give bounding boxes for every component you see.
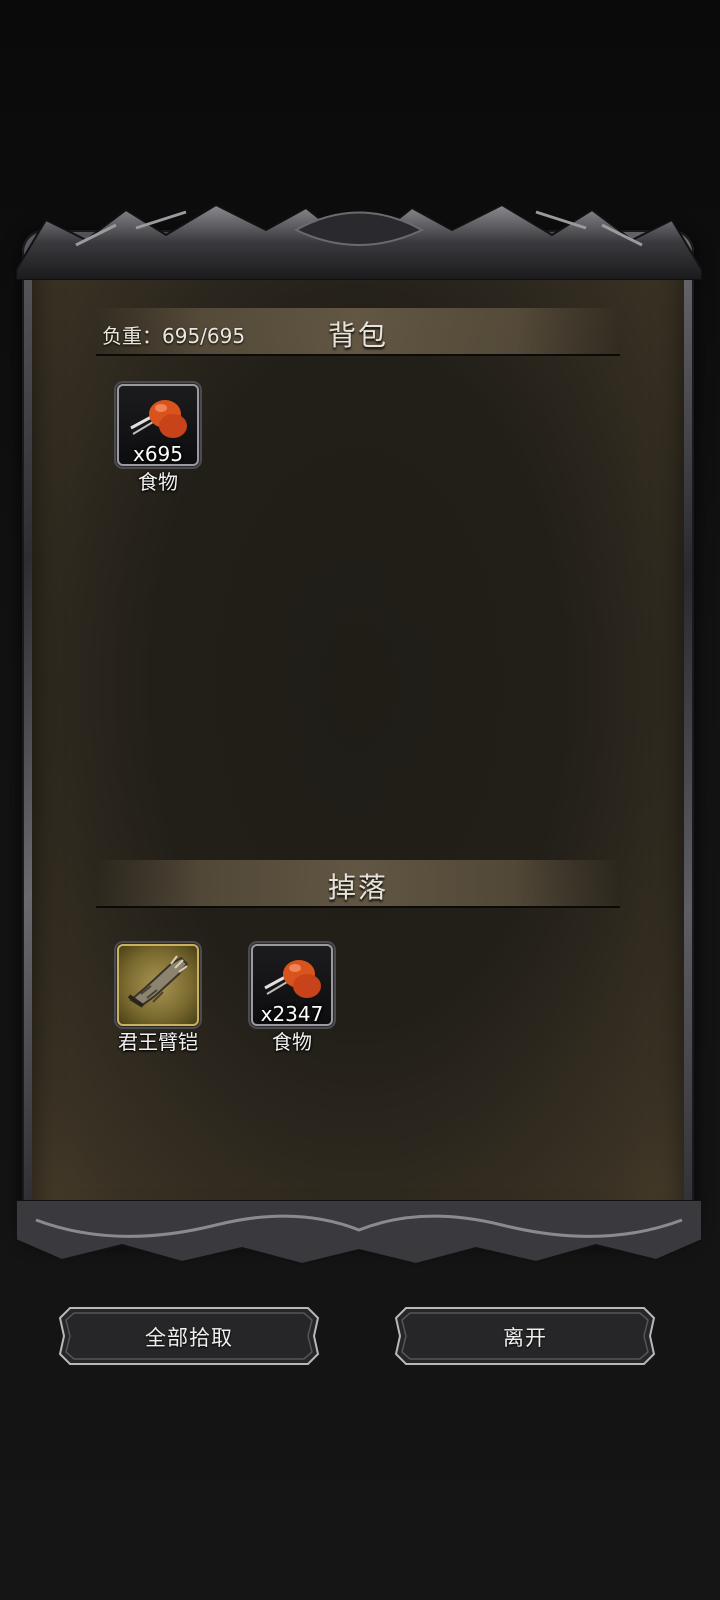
item-quantity: x695 xyxy=(132,442,183,466)
frame-bottom-ornament xyxy=(16,1200,702,1266)
item-quantity: x2347 xyxy=(260,1002,324,1026)
pick-all-label: 全部拾取 xyxy=(145,1326,233,1350)
item-name: 食物 xyxy=(272,1030,312,1054)
leave-label: 离开 xyxy=(503,1326,547,1350)
inventory-frame xyxy=(16,200,702,1270)
leave-button[interactable]: 离开 xyxy=(394,1306,656,1366)
frame-crest-ornament xyxy=(16,203,702,280)
item-name: 君王臂铠 xyxy=(118,1030,198,1054)
item-name: 食物 xyxy=(138,470,178,494)
drops-title: 掉落 xyxy=(327,871,388,904)
item-slot[interactable] xyxy=(117,944,199,1026)
loot-screen: 负重：695/695 背包 x695 食物 掉落 君王臂铠 x2347 食物 全… xyxy=(0,0,720,1600)
backpack-header: 负重：695/695 背包 xyxy=(96,308,620,356)
item-slot[interactable]: x695 xyxy=(117,384,199,466)
drop-item-gauntlet[interactable]: 君王臂铠 xyxy=(108,944,208,1055)
item-slot[interactable]: x2347 xyxy=(251,944,333,1026)
backpack-item-food[interactable]: x695 食物 xyxy=(108,384,208,495)
pick-all-button[interactable]: 全部拾取 xyxy=(58,1306,320,1366)
meat-icon xyxy=(130,400,187,438)
gauntlet-icon xyxy=(127,955,189,1008)
backpack-title: 背包 xyxy=(327,319,388,352)
drops-header: 掉落 xyxy=(96,860,620,908)
drop-item-food[interactable]: x2347 食物 xyxy=(242,944,342,1055)
meat-icon xyxy=(264,960,321,998)
